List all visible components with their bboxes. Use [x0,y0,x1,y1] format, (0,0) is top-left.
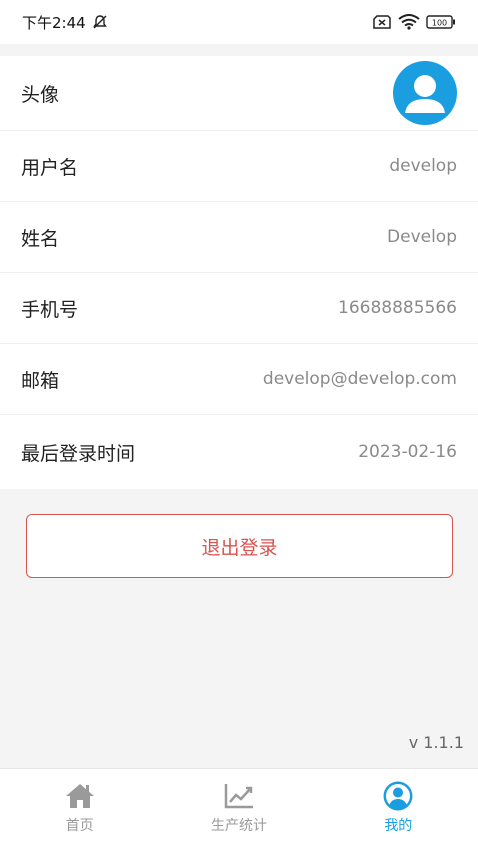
status-left: 下午2:44 [22,12,108,33]
username-label: 用户名 [21,156,79,179]
bottom-tab-bar: 首页 生产统计 我的 [0,768,478,850]
profile-card: 头像 用户名 develop 姓名 Develop 手机号 1668888556… [0,56,478,489]
phone-row: 手机号 16688885566 [0,273,478,344]
status-bar: 下午2:44 100 [0,0,478,44]
last-login-row: 最后登录时间 2023-02-16 [0,415,478,489]
username-value: develop [389,156,457,176]
logout-button[interactable]: 退出登录 [26,514,453,578]
phone-value: 16688885566 [338,298,457,318]
email-label: 邮箱 [21,369,60,392]
wifi-icon [398,14,420,30]
avatar[interactable] [393,61,457,125]
name-row: 姓名 Develop [0,202,478,273]
email-value: develop@develop.com [262,369,457,389]
tab-production-stats-label: 生产统计 [210,818,267,834]
name-value: Develop [387,227,457,247]
tab-mine[interactable]: 我的 [319,769,478,850]
user-avatar-icon [405,75,445,113]
battery-level: 100 [432,19,447,28]
battery-icon: 100 [426,14,456,30]
status-right: 100 [372,14,456,30]
status-time: 下午2:44 [22,13,86,32]
avatar-label: 头像 [21,83,60,106]
name-label: 姓名 [21,227,60,250]
tab-mine-label: 我的 [384,818,413,834]
username-row: 用户名 develop [0,131,478,202]
tab-home-label: 首页 [65,818,94,834]
phone-label: 手机号 [21,298,79,321]
user-icon [382,781,414,811]
last-login-value: 2023-02-16 [358,442,457,462]
version-label: v 1.1.1 [408,733,464,752]
tab-production-stats[interactable]: 生产统计 [159,769,318,850]
chart-icon [223,781,255,811]
sim-off-icon [372,14,392,30]
last-login-label: 最后登录时间 [21,442,136,465]
bell-muted-icon [92,14,108,30]
tab-home[interactable]: 首页 [0,769,159,850]
home-icon [64,781,96,811]
avatar-row[interactable]: 头像 [0,56,478,131]
email-row: 邮箱 develop@develop.com [0,344,478,415]
